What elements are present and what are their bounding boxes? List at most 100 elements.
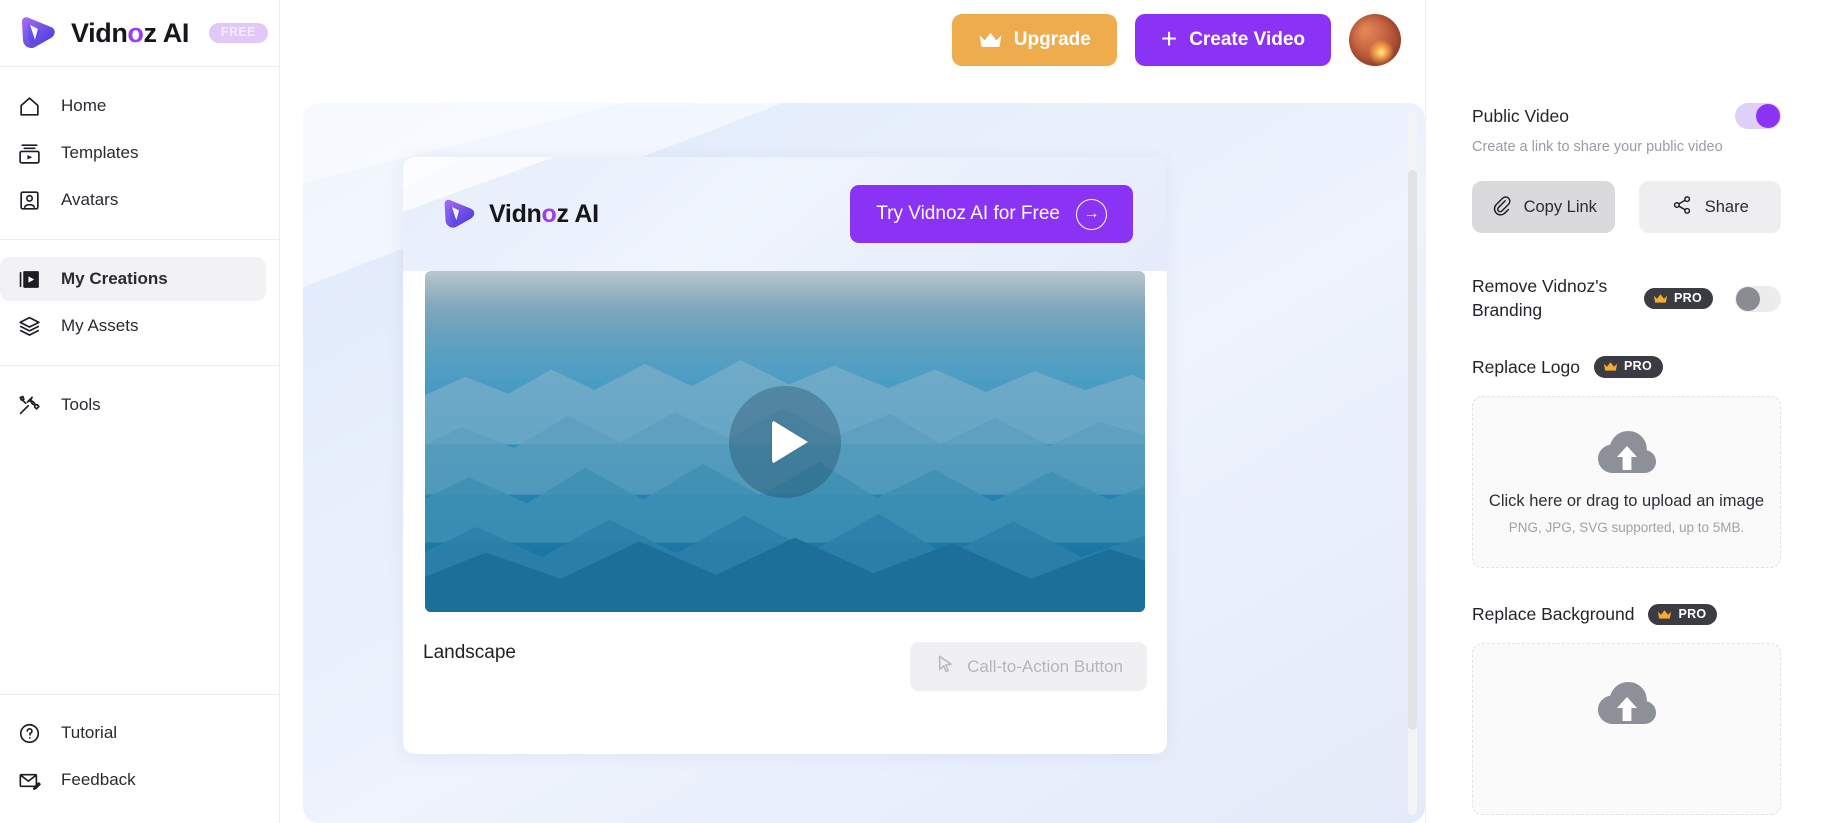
video-title: Landscape xyxy=(423,642,516,663)
sidebar-item-templates[interactable]: Templates xyxy=(0,131,266,175)
sidebar-item-home[interactable]: Home xyxy=(0,84,266,128)
sidebar-item-label: My Creations xyxy=(61,269,168,288)
pro-badge: PRO xyxy=(1648,603,1718,626)
replace-logo-header: Replace Logo PRO xyxy=(1472,356,1781,378)
brand-name-post: z AI xyxy=(143,17,190,48)
public-video-row: Public Video xyxy=(1472,103,1781,129)
vc-brand-mid: o xyxy=(541,199,557,228)
try-label: Try Vidnoz AI for Free xyxy=(876,203,1060,224)
paperclip-icon xyxy=(1490,194,1512,221)
sidebar: Vidn o z AI FREE Home Templates Avatars … xyxy=(0,0,280,823)
video-preview-card: Vidnoz AI Try Vidnoz AI for Free → Lands… xyxy=(403,157,1167,754)
brand-name: Vidn o z AI xyxy=(71,18,189,49)
scrollbar-thumb[interactable] xyxy=(1408,170,1417,730)
replace-background-label: Replace Background xyxy=(1472,604,1635,624)
main-content: Upgrade + Create Video Vidnoz AI Try Vid… xyxy=(280,0,1425,823)
replace-logo-uploader[interactable]: Click here or drag to upload an image PN… xyxy=(1472,395,1781,568)
sidebar-item-tutorial[interactable]: Tutorial xyxy=(0,711,266,755)
crown-icon xyxy=(1603,362,1618,371)
mountain-layer-5 xyxy=(425,537,1145,612)
share-nodes-icon xyxy=(1671,194,1693,221)
crown-icon xyxy=(1653,293,1668,303)
video-card-brand: Vidnoz AI xyxy=(441,196,599,232)
crown-icon xyxy=(978,31,1003,49)
remove-branding-row: Remove Vidnoz's Branding PRO xyxy=(1472,275,1781,322)
copy-link-button[interactable]: Copy Link xyxy=(1472,181,1615,233)
settings-panel: Public Video Create a link to share your… xyxy=(1425,0,1825,823)
sidebar-group-tools: Tools xyxy=(0,366,279,444)
sidebar-item-label: Tutorial xyxy=(61,723,118,742)
sidebar-item-my-creations[interactable]: My Creations xyxy=(0,257,266,301)
arrow-right-circle-icon: → xyxy=(1076,198,1107,230)
pro-badge-label: PRO xyxy=(1624,359,1652,374)
create-video-label: Create Video xyxy=(1189,29,1305,50)
public-video-toggle[interactable] xyxy=(1735,103,1781,129)
gradient-stage: Vidnoz AI Try Vidnoz AI for Free → Lands… xyxy=(303,103,1425,823)
upload-sub-text: PNG, JPG, SVG supported, up to 5MB. xyxy=(1508,519,1745,535)
home-icon xyxy=(16,93,43,120)
sidebar-item-my-assets[interactable]: My Assets xyxy=(0,304,266,348)
app-root: Vidn o z AI FREE Home Templates Avatars … xyxy=(0,0,1825,823)
replace-background-uploader[interactable] xyxy=(1472,643,1781,816)
question-circle-icon xyxy=(16,720,43,747)
cta-label: Call-to-Action Button xyxy=(967,656,1123,676)
vertical-scrollbar[interactable] xyxy=(1408,112,1417,815)
share-actions: Copy Link Share xyxy=(1472,181,1781,233)
vc-brand-pre: Vidn xyxy=(489,199,542,228)
public-video-label: Public Video xyxy=(1472,105,1569,126)
video-card-banner: Vidnoz AI Try Vidnoz AI for Free → xyxy=(403,157,1167,271)
call-to-action-button[interactable]: Call-to-Action Button xyxy=(910,642,1147,691)
content-area: Vidnoz AI Try Vidnoz AI for Free → Lands… xyxy=(280,80,1425,823)
pro-badge: PRO xyxy=(1594,356,1663,378)
upgrade-button[interactable]: Upgrade xyxy=(951,14,1117,66)
pro-badge-label: PRO xyxy=(1678,606,1707,621)
sidebar-item-label: Avatars xyxy=(61,190,119,209)
sidebar-group-support: Tutorial Feedback xyxy=(0,680,279,823)
brand-header[interactable]: Vidn o z AI FREE xyxy=(0,0,279,66)
avatar[interactable] xyxy=(1349,14,1401,66)
sidebar-item-avatars[interactable]: Avatars xyxy=(0,178,266,222)
brand-name-pre: Vidn xyxy=(71,17,128,48)
my-assets-layers-icon xyxy=(16,313,43,340)
sidebar-item-label: Templates xyxy=(61,143,139,162)
avatars-icon xyxy=(16,187,43,214)
replace-background-header: Replace Background PRO xyxy=(1472,603,1781,626)
sidebar-group-primary: Home Templates Avatars xyxy=(0,67,279,239)
remove-branding-label: Remove Vidnoz's Branding xyxy=(1472,276,1608,320)
video-card-footer: Landscape Call-to-Action Button xyxy=(403,612,1167,754)
topbar: Upgrade + Create Video xyxy=(280,0,1425,80)
my-creations-icon xyxy=(16,266,43,293)
replace-logo-section: Replace Logo PRO Click here or drag to u… xyxy=(1472,356,1781,568)
plus-icon: + xyxy=(1160,22,1178,54)
remove-branding-toggle[interactable] xyxy=(1735,285,1781,312)
replace-background-section: Replace Background PRO xyxy=(1472,603,1781,816)
vc-brand-post: z AI xyxy=(556,199,600,228)
vidnoz-v-logo-icon xyxy=(441,196,479,232)
toggle-knob xyxy=(1736,286,1760,311)
try-vidnoz-free-button[interactable]: Try Vidnoz AI for Free → xyxy=(850,185,1133,243)
cloud-upload-icon xyxy=(1596,680,1658,743)
share-button[interactable]: Share xyxy=(1638,181,1781,233)
sidebar-item-label: Home xyxy=(61,96,107,115)
share-label: Share xyxy=(1704,197,1749,216)
sidebar-item-tools[interactable]: Tools xyxy=(0,383,266,427)
play-triangle xyxy=(772,419,808,464)
pro-badge-label: PRO xyxy=(1674,290,1702,305)
remove-branding-section: Remove Vidnoz's Branding PRO xyxy=(1472,275,1781,322)
crown-icon xyxy=(1658,609,1672,619)
play-icon[interactable] xyxy=(729,385,841,498)
video-thumbnail[interactable] xyxy=(425,271,1145,612)
copy-link-label: Copy Link xyxy=(1523,197,1597,216)
toggle-knob xyxy=(1756,104,1780,128)
envelope-edit-icon xyxy=(16,767,43,794)
sidebar-item-label: My Assets xyxy=(61,316,139,335)
sidebar-group-library: My Creations My Assets xyxy=(0,240,279,365)
templates-icon xyxy=(16,140,43,167)
sidebar-divider-4 xyxy=(0,694,279,695)
cursor-pointer-icon xyxy=(934,653,956,680)
sidebar-item-feedback[interactable]: Feedback xyxy=(0,758,266,802)
upgrade-label: Upgrade xyxy=(1013,29,1091,50)
create-video-button[interactable]: + Create Video xyxy=(1134,14,1331,66)
public-video-description: Create a link to share your public video xyxy=(1472,139,1723,155)
tools-wrench-icon xyxy=(16,392,43,419)
